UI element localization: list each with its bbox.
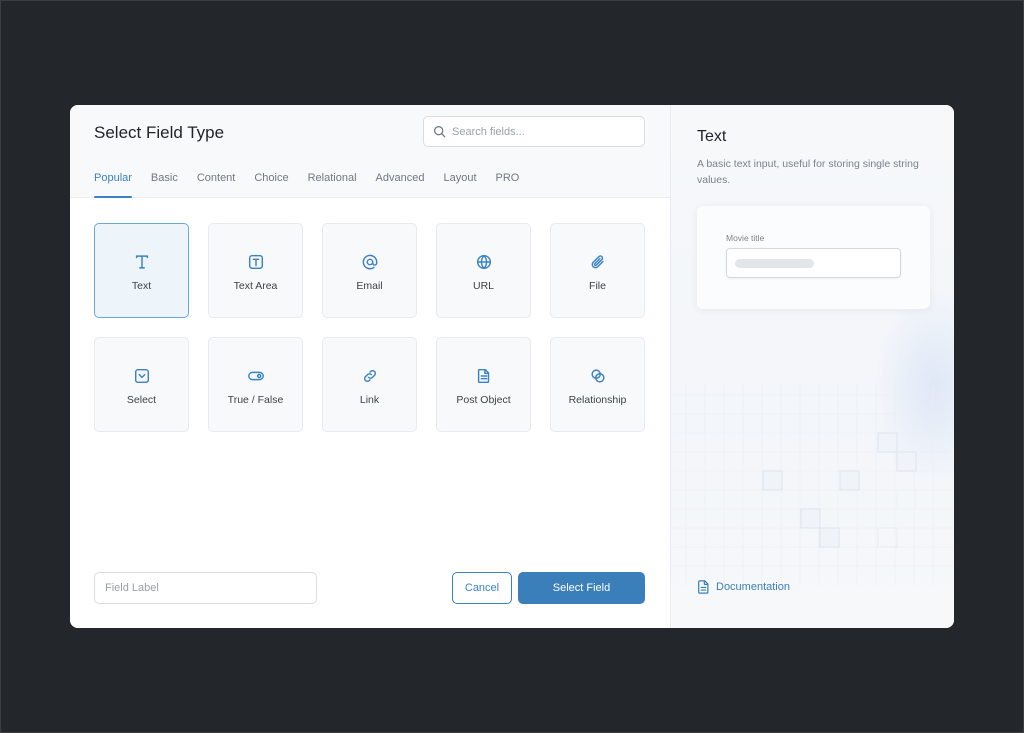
field-type-label: Post Object (456, 394, 511, 406)
paperclip-icon (591, 255, 604, 269)
preview-field-label: Movie title (726, 233, 765, 243)
preview-card: Movie title (697, 206, 930, 309)
field-type-grid: Text Text Area Email URL File Select Tru… (94, 223, 645, 432)
preview-text-input (726, 248, 901, 278)
search-input[interactable] (452, 125, 632, 138)
tab-choice[interactable]: Choice (254, 172, 288, 198)
documentation-label: Documentation (716, 581, 790, 593)
field-type-true-false[interactable]: True / False (208, 337, 303, 432)
field-type-label: Text (131, 280, 152, 292)
field-type-label: True / False (227, 394, 284, 406)
dialog-header: Select Field Type Popular Basic Content … (70, 105, 670, 198)
field-label-field[interactable] (94, 572, 317, 604)
select-dropdown-icon (134, 368, 149, 384)
toggle-icon (247, 371, 264, 381)
preview-title: Text (697, 128, 727, 145)
tab-layout[interactable]: Layout (443, 172, 476, 198)
tab-pro[interactable]: PRO (496, 172, 520, 198)
field-type-link[interactable]: Link (322, 337, 417, 432)
dialog-main-panel: Select Field Type Popular Basic Content … (70, 105, 670, 628)
field-type-label: Relationship (568, 394, 627, 406)
field-type-url[interactable]: URL (436, 223, 531, 318)
field-type-label: File (589, 280, 606, 292)
tab-advanced[interactable]: Advanced (376, 172, 425, 198)
select-field-button[interactable]: Select Field (518, 572, 645, 604)
field-type-select[interactable]: Select (94, 337, 189, 432)
text-icon (135, 255, 148, 269)
preview-description: A basic text input, useful for storing s… (697, 158, 919, 186)
field-type-text-area[interactable]: Text Area (208, 223, 303, 318)
field-type-post-object[interactable]: Post Object (436, 337, 531, 432)
dialog-title: Select Field Type (94, 123, 225, 142)
relationship-icon (590, 369, 605, 383)
tab-content[interactable]: Content (197, 172, 236, 198)
documentation-link[interactable]: Documentation (697, 580, 790, 594)
field-type-label: Link (359, 394, 380, 406)
globe-icon (476, 254, 491, 270)
tab-popular[interactable]: Popular (94, 172, 132, 198)
field-preview-sidebar: Text A basic text input, useful for stor… (670, 105, 954, 628)
cancel-button[interactable]: Cancel (452, 572, 512, 604)
field-label-input[interactable] (105, 582, 305, 594)
decorative-grid-pattern (671, 385, 954, 585)
preview-placeholder-bar (735, 259, 814, 268)
category-tabs: Popular Basic Content Choice Relational … (94, 172, 538, 198)
at-sign-icon (362, 254, 377, 270)
field-type-email[interactable]: Email (322, 223, 417, 318)
field-type-relationship[interactable]: Relationship (550, 337, 645, 432)
document-icon (698, 580, 709, 594)
document-icon (477, 368, 489, 384)
text-area-icon (248, 254, 263, 270)
link-icon (363, 370, 376, 382)
field-type-label: URL (472, 280, 494, 292)
tab-relational[interactable]: Relational (308, 172, 357, 198)
search-icon (434, 126, 446, 138)
field-type-label: Text Area (233, 280, 278, 292)
field-type-label: Email (356, 280, 383, 292)
field-type-file[interactable]: File (550, 223, 645, 318)
select-field-type-dialog: Select Field Type Popular Basic Content … (70, 105, 954, 628)
field-type-text[interactable]: Text (94, 223, 189, 318)
field-type-label: Select (126, 394, 157, 406)
tab-basic[interactable]: Basic (151, 172, 178, 198)
search-field[interactable] (423, 116, 645, 147)
